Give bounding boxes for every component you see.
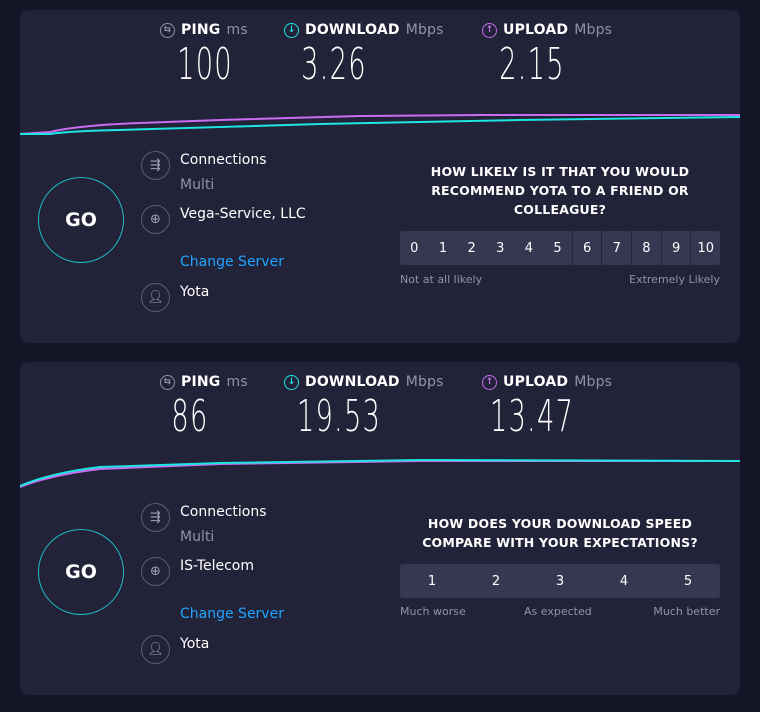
download-metric: ↓ DOWNLOAD Mbps 3.26 <box>284 22 444 90</box>
user-icon: 👤︎ <box>141 635 170 664</box>
rating-option[interactable]: 6 <box>571 231 602 265</box>
connections-label: Connections <box>180 504 267 520</box>
connections-icon: ⇶ <box>141 151 170 180</box>
ping-value: 86 <box>171 391 209 442</box>
rating-scale: 1 2 3 4 5 <box>400 564 720 598</box>
speed-graph <box>20 114 740 135</box>
server-name: Vega-Service, LLC <box>180 206 306 222</box>
rating-option[interactable]: 1 <box>429 231 458 265</box>
scale-mid-label: As expected <box>524 605 592 618</box>
speedtest-result-card-2: ⇆ PING ms 86 ↓ DOWNLOAD Mbps 19.53 ↑ UPLOAD Mb… <box>20 362 740 695</box>
ping-icon: ⇆ <box>160 374 175 390</box>
ping-unit: ms <box>226 374 248 390</box>
upload-value: 13.47 <box>489 391 575 442</box>
speed-graph <box>20 458 740 488</box>
rating-option[interactable]: 2 <box>457 231 486 265</box>
globe-icon: ⊕ <box>141 205 170 234</box>
download-icon: ↓ <box>284 374 299 390</box>
download-value: 3.26 <box>301 39 367 90</box>
upload-metric: ↑ UPLOAD Mbps 2.15 <box>482 22 622 90</box>
download-graph-line <box>20 116 740 135</box>
change-server-link[interactable]: Change Server <box>180 254 284 270</box>
rating-option[interactable]: 2 <box>464 564 528 598</box>
provider-name: Yota <box>180 284 210 300</box>
rating-option[interactable]: 4 <box>515 231 544 265</box>
download-unit: Mbps <box>405 22 444 38</box>
rating-option[interactable]: 3 <box>486 231 515 265</box>
ping-value: 100 <box>177 39 233 90</box>
upload-graph-line <box>20 460 740 488</box>
speedtest-result-card-1: ⇆ PING ms 100 ↓ DOWNLOAD Mbps 3.26 ↑ UPLOAD Mb… <box>20 10 740 343</box>
change-server-link[interactable]: Change Server <box>180 606 284 622</box>
ping-unit: ms <box>226 22 248 38</box>
rating-option[interactable]: 7 <box>601 231 631 265</box>
scale-high-label: Much better <box>653 605 720 618</box>
globe-icon: ⊕ <box>141 557 170 586</box>
rating-option[interactable]: 10 <box>690 231 720 265</box>
download-label: DOWNLOAD <box>305 374 400 390</box>
download-metric: ↓ DOWNLOAD Mbps 19.53 <box>284 374 444 442</box>
rating-scale: 0 1 2 3 4 5 6 7 8 9 10 <box>400 231 720 265</box>
provider-name: Yota <box>180 636 210 652</box>
download-graph-line <box>20 458 740 487</box>
connections-icon: ⇶ <box>141 503 170 532</box>
upload-label: UPLOAD <box>503 22 569 38</box>
user-icon: 👤︎ <box>141 283 170 312</box>
upload-icon: ↑ <box>482 374 497 390</box>
ping-metric: ⇆ PING ms 100 <box>160 22 250 90</box>
download-label: DOWNLOAD <box>305 22 400 38</box>
ping-metric: ⇆ PING ms 86 <box>160 374 250 442</box>
upload-value: 2.15 <box>499 39 565 90</box>
go-button[interactable]: GO <box>38 529 124 615</box>
rating-option[interactable]: 5 <box>656 564 720 598</box>
upload-metric: ↑ UPLOAD Mbps 13.47 <box>482 374 622 442</box>
go-button[interactable]: GO <box>38 177 124 263</box>
rating-option[interactable]: 4 <box>592 564 656 598</box>
upload-icon: ↑ <box>482 22 497 38</box>
upload-unit: Mbps <box>574 374 613 390</box>
download-icon: ↓ <box>284 22 299 38</box>
rating-option[interactable]: 5 <box>543 231 572 265</box>
scale-high-label: Extremely Likely <box>629 273 720 286</box>
rating-option[interactable]: 0 <box>400 231 429 265</box>
upload-unit: Mbps <box>574 22 613 38</box>
connections-value[interactable]: Multi <box>180 529 214 545</box>
survey-question: HOW LIKELY IS IT THAT YOU WOULD RECOMMEN… <box>430 164 690 217</box>
download-value: 19.53 <box>296 391 382 442</box>
download-unit: Mbps <box>405 374 444 390</box>
connections-value[interactable]: Multi <box>180 177 214 193</box>
rating-option[interactable]: 8 <box>631 231 661 265</box>
ping-icon: ⇆ <box>160 22 175 38</box>
rating-option[interactable]: 3 <box>528 564 592 598</box>
connections-label: Connections <box>180 152 267 168</box>
ping-label: PING <box>181 374 221 390</box>
server-name: IS-Telecom <box>180 558 254 574</box>
survey-question: HOW DOES YOUR DOWNLOAD SPEED COMPARE WIT… <box>422 516 698 550</box>
scale-low-label: Not at all likely <box>400 273 483 286</box>
rating-option[interactable]: 1 <box>400 564 464 598</box>
upload-label: UPLOAD <box>503 374 569 390</box>
scale-low-label: Much worse <box>400 605 466 618</box>
ping-label: PING <box>181 22 221 38</box>
rating-option[interactable]: 9 <box>660 231 691 265</box>
